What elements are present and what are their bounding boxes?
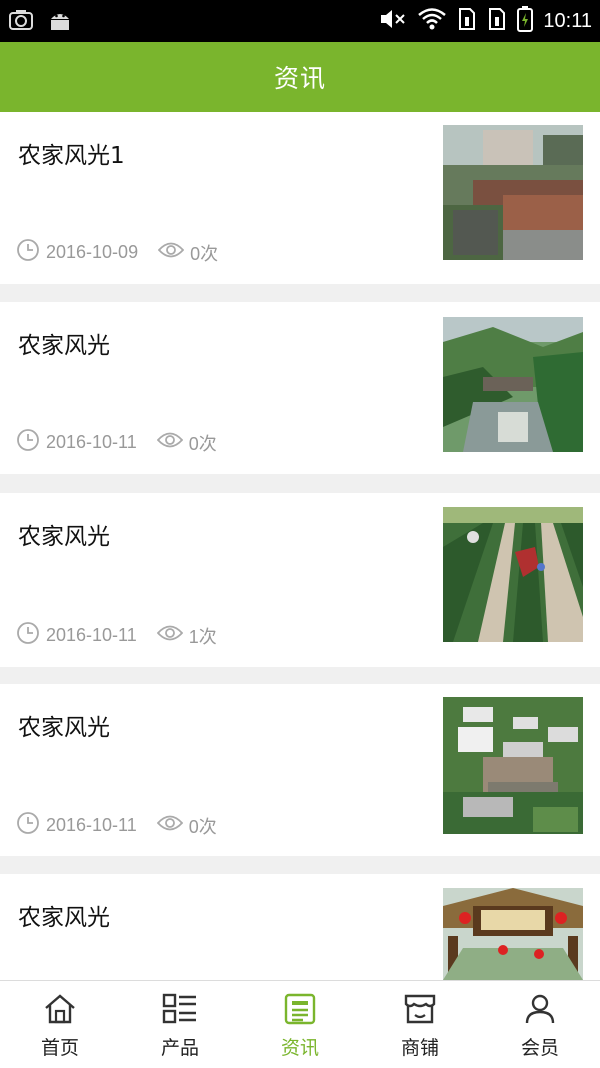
eye-icon bbox=[156, 814, 183, 837]
tab-label: 商铺 bbox=[400, 1037, 439, 1059]
article-meta: 2016-10-11 0次 bbox=[16, 811, 217, 840]
sim-card-icon bbox=[457, 7, 477, 35]
article-date: 2016-10-09 bbox=[46, 242, 139, 262]
tab-member[interactable]: 会员 bbox=[480, 981, 600, 1068]
article-title: 农家风光 bbox=[18, 905, 110, 931]
article-title: 农家风光 bbox=[18, 333, 110, 359]
tab-label: 首页 bbox=[40, 1037, 79, 1059]
article-views: 0次 bbox=[188, 433, 217, 454]
clock-icon bbox=[16, 621, 40, 650]
eye-icon bbox=[156, 431, 183, 454]
mute-icon bbox=[379, 7, 407, 35]
tab-shop[interactable]: 商铺 bbox=[360, 981, 480, 1068]
bottom-tab-bar: 首页 产品 资讯 商铺 会员 bbox=[0, 980, 600, 1068]
tab-label: 产品 bbox=[160, 1037, 199, 1059]
article-item[interactable]: 农家风光 2016-10-11 0次 bbox=[0, 684, 600, 856]
shop-icon bbox=[403, 993, 437, 1029]
article-title: 农家风光1 bbox=[18, 143, 125, 169]
clock-icon bbox=[16, 238, 40, 267]
clock-icon bbox=[16, 428, 40, 457]
article-date: 2016-10-11 bbox=[46, 432, 137, 452]
battery-icon bbox=[517, 6, 534, 36]
news-icon bbox=[284, 993, 316, 1029]
article-item[interactable]: 农家风光 2016-10-11 0次 bbox=[0, 302, 600, 474]
status-time: 10:11 bbox=[543, 9, 592, 32]
tab-news[interactable]: 资讯 bbox=[240, 981, 360, 1068]
article-thumbnail[interactable] bbox=[443, 888, 583, 980]
article-meta: 2016-10-11 1次 bbox=[16, 621, 217, 650]
article-meta: 2016-10-09 0次 bbox=[16, 238, 218, 267]
article-thumbnail[interactable] bbox=[443, 697, 583, 834]
tab-home[interactable]: 首页 bbox=[0, 981, 120, 1068]
list-icon bbox=[162, 993, 198, 1029]
article-thumbnail[interactable] bbox=[443, 507, 583, 642]
article-views: 0次 bbox=[188, 816, 217, 837]
article-meta: 2016-10-11 0次 bbox=[16, 428, 217, 457]
article-thumbnail[interactable] bbox=[443, 317, 583, 452]
tab-label: 会员 bbox=[520, 1037, 559, 1059]
article-date: 2016-10-11 bbox=[46, 815, 137, 835]
app-bar: 资讯 bbox=[0, 42, 600, 112]
eye-icon bbox=[156, 624, 183, 647]
sim-card-icon bbox=[487, 7, 507, 35]
article-title: 农家风光 bbox=[18, 715, 110, 741]
user-icon bbox=[524, 993, 556, 1029]
article-views: 0次 bbox=[190, 243, 219, 264]
article-item[interactable]: 农家风光 bbox=[0, 874, 600, 980]
android-icon bbox=[48, 8, 72, 36]
article-item[interactable]: 农家风光 2016-10-11 1次 bbox=[0, 493, 600, 667]
article-item[interactable]: 农家风光1 2016-10-09 0次 bbox=[0, 112, 600, 284]
article-title: 农家风光 bbox=[18, 524, 110, 550]
tab-label: 资讯 bbox=[280, 1037, 319, 1059]
screenshot-icon bbox=[8, 8, 34, 36]
status-bar: 10:11 bbox=[0, 0, 600, 42]
article-views: 1次 bbox=[188, 626, 217, 647]
wifi-icon bbox=[417, 7, 447, 35]
page-title: 资讯 bbox=[273, 64, 326, 93]
article-list[interactable]: 农家风光1 2016-10-09 0次 农家风光 2016-10-11 0次 农… bbox=[0, 112, 600, 980]
eye-icon bbox=[157, 241, 185, 264]
clock-icon bbox=[16, 811, 40, 840]
home-icon bbox=[43, 993, 77, 1029]
article-date: 2016-10-11 bbox=[46, 625, 137, 645]
article-thumbnail[interactable] bbox=[443, 125, 583, 260]
tab-products[interactable]: 产品 bbox=[120, 981, 240, 1068]
